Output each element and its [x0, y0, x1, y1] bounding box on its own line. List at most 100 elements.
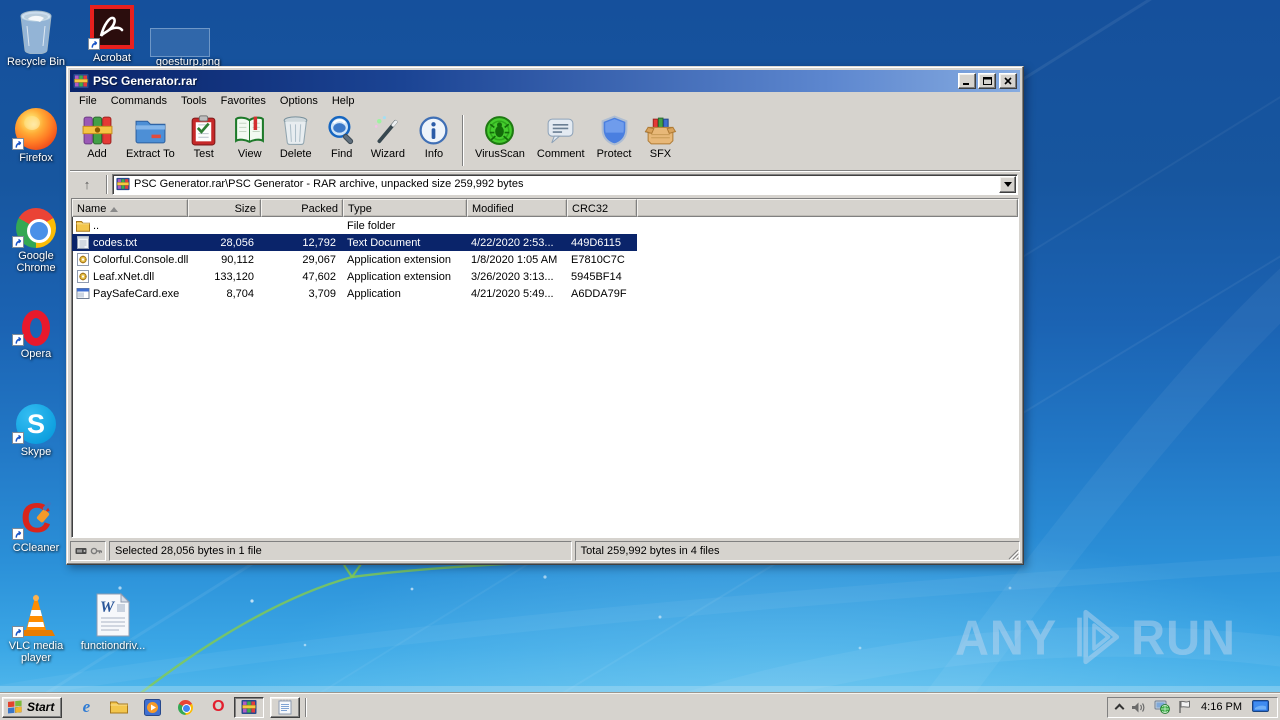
window-title: PSC Generator.rar — [93, 74, 198, 88]
desktop-icon-google-chrome[interactable]: Google Chrome — [0, 202, 72, 274]
resize-grip-icon[interactable] — [1007, 548, 1019, 560]
file-row-colorful-console-dll[interactable]: Colorful.Console.dll 90,112 29,067 Appli… — [72, 251, 637, 268]
winrar-icon — [116, 177, 130, 191]
extract-to-button[interactable]: Extract To — [120, 111, 181, 170]
taskbar-notepad-button[interactable] — [270, 696, 301, 718]
folder-icon — [76, 221, 90, 232]
desktop-icon-label: VLC media player — [8, 640, 64, 664]
chrome-icon[interactable] — [175, 697, 195, 717]
address-text: PSC Generator.rar\PSC Generator - RAR ar… — [134, 178, 524, 190]
menu-favorites[interactable]: Favorites — [214, 93, 273, 109]
desktop-icon-recycle-bin[interactable]: Recycle Bin — [0, 8, 72, 68]
winrar-icon — [241, 700, 257, 714]
up-button[interactable]: ↑ — [72, 173, 102, 195]
titlebar[interactable]: PSC Generator.rar — [70, 70, 1020, 92]
desktop-icon-label: Firefox — [19, 152, 53, 164]
delete-trash-icon — [283, 116, 308, 145]
file-row-parent-dir[interactable]: .. File folder — [72, 217, 637, 234]
vlc-icon — [0, 592, 72, 638]
column-header-type[interactable]: Type — [343, 199, 467, 217]
menu-commands[interactable]: Commands — [104, 93, 174, 109]
sfx-button[interactable]: SFX — [637, 111, 683, 170]
disk-icon[interactable] — [75, 547, 87, 555]
network-update-icon[interactable] — [1154, 700, 1170, 714]
shortcut-arrow-icon — [88, 38, 100, 50]
file-row-leaf-xnet-dll[interactable]: Leaf.xNet.dll 133,120 47,602 Application… — [72, 268, 637, 285]
shortcut-arrow-icon — [12, 432, 24, 444]
tray-expand-icon[interactable] — [1114, 703, 1125, 714]
file-row-paysafecard-exe[interactable]: PaySafeCard.exe 8,704 3,709 Application … — [72, 285, 637, 302]
virusscan-button[interactable]: VirusScan — [469, 111, 531, 170]
start-label: Start — [27, 700, 55, 714]
windows-logo-icon — [8, 699, 22, 713]
acrobat-icon — [76, 4, 148, 50]
address-row: ↑ PSC Generator.rar\PSC Generator - RAR … — [70, 171, 1020, 198]
column-header-crc32[interactable]: CRC32 — [567, 199, 637, 217]
file-row-codes-txt[interactable]: codes.txt 28,056 12,792 Text Document 4/… — [72, 234, 637, 251]
status-total: Total 259,992 bytes in 4 files — [574, 541, 1020, 561]
column-header-filler — [637, 199, 1018, 217]
desktop-icon-ccleaner[interactable]: C CCleaner — [0, 494, 72, 554]
menu-tools[interactable]: Tools — [174, 93, 214, 109]
add-archive-icon — [82, 116, 112, 145]
notepad-icon — [278, 699, 292, 715]
test-clipboard-icon — [191, 115, 216, 146]
media-player-icon[interactable] — [142, 697, 162, 717]
chevron-down-icon — [1003, 181, 1012, 191]
column-header-modified[interactable]: Modified — [467, 199, 567, 217]
winrar-icon — [73, 74, 89, 88]
desktop-icon-firefox[interactable]: Firefox — [0, 104, 72, 164]
virusscan-icon — [485, 116, 515, 145]
desktop-icon-label: Google Chrome — [16, 250, 56, 274]
comment-button[interactable]: Comment — [531, 111, 591, 170]
test-button[interactable]: Test — [181, 111, 227, 170]
display-icon[interactable] — [1252, 700, 1269, 714]
volume-icon[interactable] — [1131, 701, 1146, 714]
sort-ascending-icon — [110, 203, 119, 212]
file-list-body: .. File folder codes.txt 28,056 12,792 T… — [72, 217, 1018, 537]
explorer-folder-icon[interactable] — [109, 697, 129, 717]
menu-options[interactable]: Options — [273, 93, 325, 109]
view-button[interactable]: View — [227, 111, 273, 170]
desktop-icon-opera[interactable]: Opera — [0, 300, 72, 360]
minimize-button[interactable] — [958, 73, 976, 89]
desktop-icon-label: Opera — [20, 348, 52, 360]
info-button[interactable]: Info — [411, 111, 457, 170]
wizard-wand-icon — [375, 116, 398, 144]
wizard-button[interactable]: Wizard — [365, 111, 411, 170]
close-button[interactable] — [999, 73, 1017, 89]
taskbar-winrar-button[interactable] — [234, 696, 265, 718]
maximize-button[interactable] — [978, 73, 996, 89]
shortcut-arrow-icon — [12, 236, 24, 248]
column-header-size[interactable]: Size — [188, 199, 261, 217]
column-header-packed[interactable]: Packed — [261, 199, 343, 217]
status-selected: Selected 28,056 bytes in 1 file — [109, 541, 572, 561]
view-book-icon — [235, 116, 265, 143]
menu-help[interactable]: Help — [325, 93, 362, 109]
action-center-flag-icon[interactable] — [1178, 700, 1191, 714]
status-bar: Selected 28,056 bytes in 1 file Total 25… — [70, 541, 1020, 561]
key-icon[interactable] — [90, 546, 102, 556]
desktop-icon-acrobat[interactable]: Acrobat — [76, 4, 148, 64]
opera-icon[interactable]: O — [208, 697, 228, 717]
protect-button[interactable]: Protect — [591, 111, 638, 170]
add-button[interactable]: Add — [74, 111, 120, 170]
address-dropdown-button[interactable] — [999, 175, 1016, 193]
internet-explorer-icon[interactable]: e — [76, 697, 96, 717]
start-button[interactable]: Start — [2, 696, 63, 718]
anyrun-watermark: ANY RUN — [955, 605, 1236, 669]
taskbar-clock[interactable]: 4:16 PM — [1199, 701, 1244, 713]
find-button[interactable]: Find — [319, 111, 365, 170]
desktop-icon-vlc[interactable]: VLC media player — [0, 592, 72, 664]
address-combobox[interactable]: PSC Generator.rar\PSC Generator - RAR ar… — [112, 173, 1018, 195]
delete-button[interactable]: Delete — [273, 111, 319, 170]
shortcut-arrow-icon — [12, 528, 24, 540]
dll-file-icon — [77, 270, 89, 283]
desktop-icon-functiondriv[interactable]: W functiondriv... — [74, 592, 152, 652]
watermark-run: RUN — [1131, 609, 1236, 665]
desktop-icon-skype[interactable]: S Skype — [0, 398, 72, 458]
desktop: ANY RUN Recycle Bin Acrobat goesturp.png… — [0, 0, 1280, 720]
menu-file[interactable]: File — [72, 93, 104, 109]
column-header-name[interactable]: Name — [72, 199, 188, 217]
anyrun-play-icon — [1077, 609, 1120, 665]
